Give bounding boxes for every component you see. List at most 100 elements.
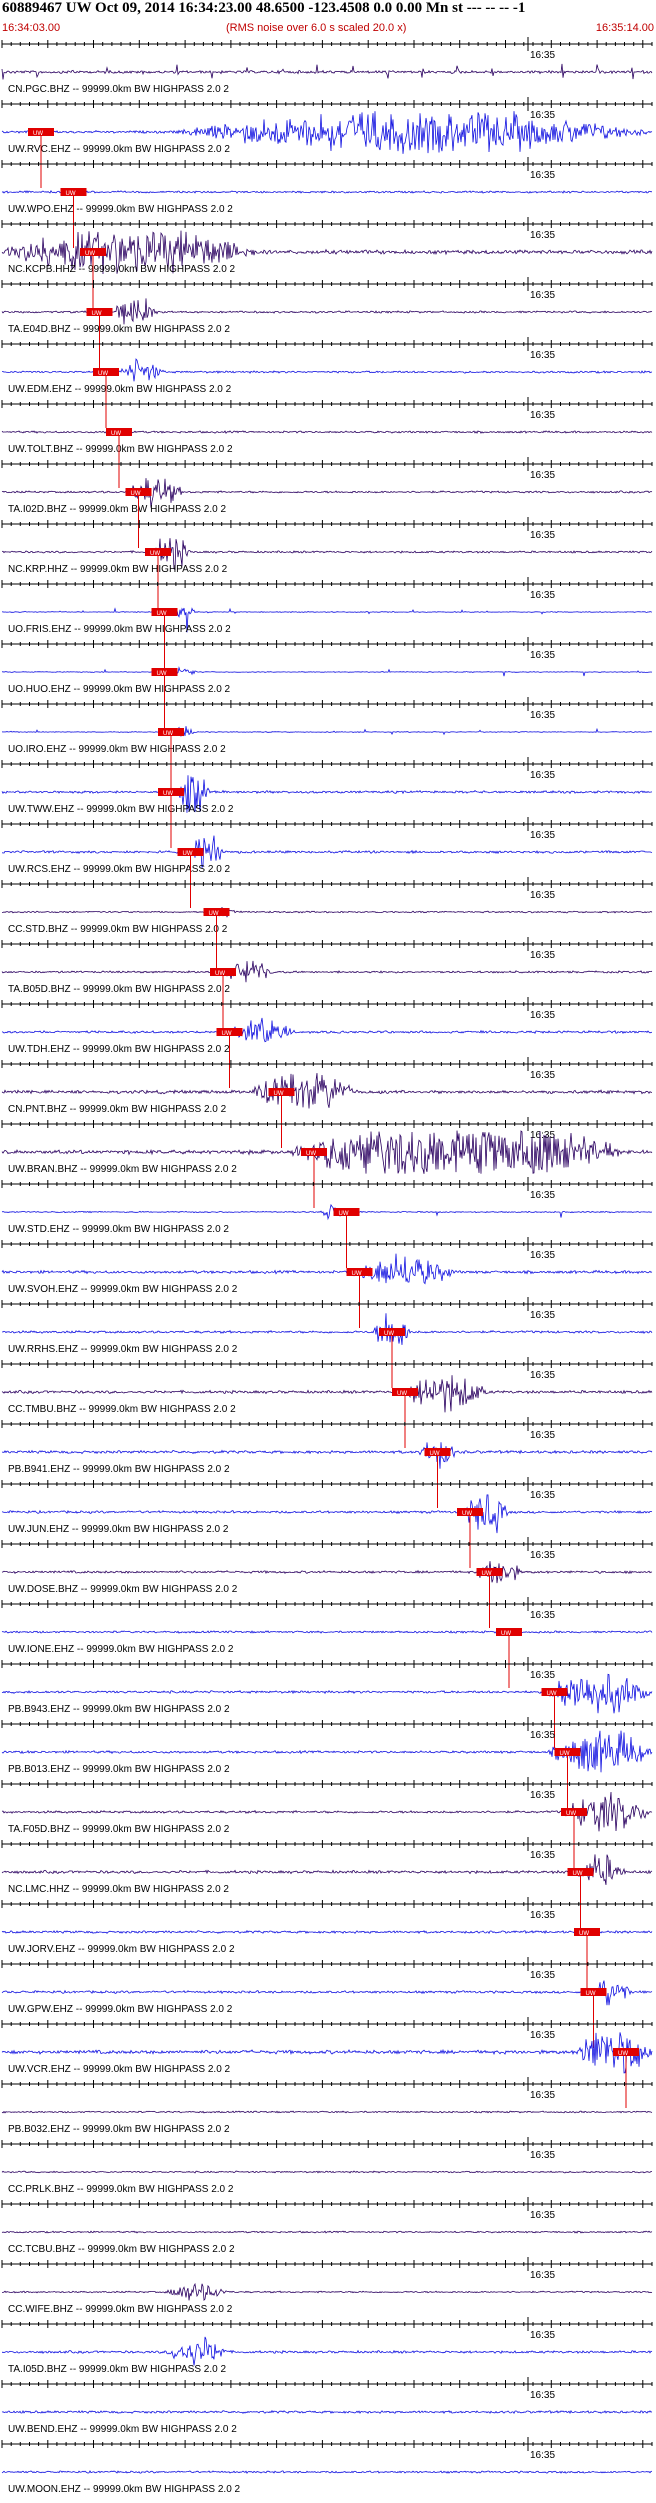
pick-label: UW <box>157 611 167 617</box>
channel-label: CC.TCBU.BHZ -- 99999.0km BW HIGHPASS 2.0… <box>8 2244 235 2255</box>
channel-label: PB.B941.EHZ -- 99999.0km BW HIGHPASS 2.0… <box>8 1464 230 1475</box>
pick-label: UW <box>33 131 43 137</box>
pick-label: UW <box>157 671 167 677</box>
pick-label: UW <box>98 371 108 377</box>
minute-tick-label: 16:35 <box>530 350 555 361</box>
minute-tick-label: 16:35 <box>530 1790 555 1801</box>
minute-tick-label: 16:35 <box>530 2450 555 2461</box>
minute-tick-label: 16:35 <box>530 1070 555 1081</box>
waveform-trace <box>1 1203 653 1221</box>
channel-label: UW.BRAN.BHZ -- 99999.0km BW HIGHPASS 2.0… <box>8 1164 237 1175</box>
minute-tick-label: 16:35 <box>530 110 555 121</box>
pick-label: UW <box>482 1571 492 1577</box>
channel-label: UW.JORV.EHZ -- 99999.0km BW HIGHPASS 2.0… <box>8 1944 235 1955</box>
channel-label: UW.DOSE.BHZ -- 99999.0km BW HIGHPASS 2.0… <box>8 1584 238 1595</box>
channel-label: CN.PNT.BHZ -- 99999.0km BW HIGHPASS 2.0 … <box>8 1104 227 1115</box>
pick-label: UW <box>566 1811 576 1817</box>
waveform-trace <box>1 63 653 80</box>
pick-label: UW <box>586 1991 596 1997</box>
channel-label: UW.BEND.EHZ -- 99999.0km BW HIGHPASS 2.0… <box>8 2424 237 2435</box>
channel-label: UW.IONE.EHZ -- 99999.0km BW HIGHPASS 2.0… <box>8 1644 234 1655</box>
waveform-trace <box>1 2230 653 2234</box>
minute-tick-label: 16:35 <box>530 590 555 601</box>
minute-tick-label: 16:35 <box>530 2090 555 2101</box>
channel-row: 16:35 CC.PRLK.BHZ -- 99999.0km BW HIGHPAS… <box>1 2137 653 2195</box>
header: 60889467 UW Oct 09, 2014 16:34:23.00 48.… <box>0 0 656 36</box>
channel-label: UW.MOON.EHZ -- 99999.0km BW HIGHPASS 2.0… <box>8 2484 241 2495</box>
channel-row: 16:35 PB.B032.EHZ -- 99999.0km BW HIGHPAS… <box>1 2077 653 2135</box>
channel-label: UW.JUN.EHZ -- 99999.0km BW HIGHPASS 2.0 … <box>8 1524 229 1535</box>
minute-tick-label: 16:35 <box>530 1130 555 1141</box>
minute-tick-label: 16:35 <box>530 230 555 241</box>
pick-label: UW <box>501 1631 511 1637</box>
waveform-trace <box>1 2470 653 2474</box>
minute-tick-label: 16:35 <box>530 1550 555 1561</box>
pick-label: UW <box>215 971 225 977</box>
channel-row: 16:35 UW.BEND.EHZ -- 99999.0km BW HIGHPAS… <box>1 2377 653 2435</box>
minute-tick-label: 16:35 <box>530 530 555 541</box>
channel-label: UW.SVOH.EHZ -- 99999.0km BW HIGHPASS 2.0… <box>8 1284 238 1295</box>
pick-label: UW <box>274 1091 284 1097</box>
minute-tick-label: 16:35 <box>530 1310 555 1321</box>
pick-label: UW <box>573 1871 583 1877</box>
minute-tick-label: 16:35 <box>530 1190 555 1201</box>
channel-label: UW.GPW.EHZ -- 99999.0km BW HIGHPASS 2.0 … <box>8 2004 233 2015</box>
end-time: 16:35:14.00 <box>595 22 654 34</box>
minute-tick-label: 16:35 <box>530 290 555 301</box>
channel-label: UW.RCS.EHZ -- 99999.0km BW HIGHPASS 2.0 … <box>8 864 231 875</box>
minute-tick-label: 16:35 <box>530 1370 555 1381</box>
waveform-trace <box>1 1017 653 1043</box>
channel-label: NC.KRP.HHZ -- 99999.0km BW HIGHPASS 2.0 … <box>8 564 228 575</box>
minute-tick-label: 16:35 <box>530 1970 555 1981</box>
minute-tick-label: 16:35 <box>530 410 555 421</box>
channel-label: CC.STD.BHZ -- 99999.0km BW HIGHPASS 2.0 … <box>8 924 228 935</box>
waveform-trace <box>1 726 653 738</box>
channel-label: UW.WPO.EHZ -- 99999.0km BW HIGHPASS 2.0 … <box>8 204 233 215</box>
minute-tick-label: 16:35 <box>530 710 555 721</box>
pick-label: UW <box>85 251 95 257</box>
waveform-trace <box>1 2282 653 2302</box>
minute-tick-label: 16:35 <box>530 2030 555 2041</box>
minute-tick-label: 16:35 <box>530 950 555 961</box>
minute-tick-label: 16:35 <box>530 2210 555 2221</box>
minute-tick-label: 16:35 <box>530 1610 555 1621</box>
minute-tick-label: 16:35 <box>530 1490 555 1501</box>
pick-label: UW <box>66 191 76 197</box>
channel-label: CN.PGC.BHZ -- 99999.0km BW HIGHPASS 2.0 … <box>8 84 229 95</box>
channel-label: UW.RRHS.EHZ -- 99999.0km BW HIGHPASS 2.0… <box>8 1344 238 1355</box>
seismogram-chart: 16:35 CN.PGC.BHZ -- 99999.0km BW HIGHPASS… <box>1 37 653 2495</box>
waveform-trace <box>1 2170 653 2174</box>
channel-label: PB.B013.EHZ -- 99999.0km BW HIGHPASS 2.0… <box>8 1764 230 1775</box>
minute-tick-label: 16:35 <box>530 2330 555 2341</box>
minute-tick-label: 16:35 <box>530 830 555 841</box>
channel-label: NC.LMC.HHZ -- 99999.0km BW HIGHPASS 2.0 … <box>8 1884 229 1895</box>
channel-label: UW.VCR.EHZ -- 99999.0km BW HIGHPASS 2.0 … <box>8 2064 231 2075</box>
minute-tick-label: 16:35 <box>530 1430 555 1441</box>
minute-tick-label: 16:35 <box>530 770 555 781</box>
header-subline: 16:34:03.00 (RMS noise over 6.0 s scaled… <box>0 22 656 36</box>
channel-row: 16:35 TA.I05D.BHZ -- 99999.0km BW HIGHPAS… <box>1 2317 653 2375</box>
minute-tick-label: 16:35 <box>530 170 555 181</box>
channel-label: UW.TWW.EHZ -- 99999.0km BW HIGHPASS 2.0 … <box>8 804 234 815</box>
waveform-trace <box>1 1561 653 1584</box>
pick-label: UW <box>163 731 173 737</box>
rms-note: (RMS noise over 6.0 s scaled 20.0 x) <box>226 22 407 34</box>
waveform-trace <box>1 666 653 677</box>
channel-label: UW.TOLT.BHZ -- 99999.0km BW HIGHPASS 2.0… <box>8 444 233 455</box>
channel-label: PB.B943.EHZ -- 99999.0km BW HIGHPASS 2.0… <box>8 1704 230 1715</box>
pick-label: UW <box>352 1271 362 1277</box>
waveform-trace <box>1 1980 653 2006</box>
minute-tick-label: 16:35 <box>530 470 555 481</box>
channel-label: UW.STD.EHZ -- 99999.0km BW HIGHPASS 2.0 … <box>8 1224 229 1235</box>
channel-label: TA.E04D.BHZ -- 99999.0km BW HIGHPASS 2.0… <box>8 324 230 335</box>
channel-label: UW.TDH.EHZ -- 99999.0km BW HIGHPASS 2.0 … <box>8 1044 230 1055</box>
channel-label: UO.FRIS.EHZ -- 99999.0km BW HIGHPASS 2.0… <box>8 624 231 635</box>
waveform-trace <box>1 2336 653 2366</box>
channel-row: 16:35 CC.TCBU.BHZ -- 99999.0km BW HIGHPAS… <box>1 2197 653 2255</box>
pick-label: UW <box>150 551 160 557</box>
channel-row: 16:35 CN.PGC.BHZ -- 99999.0km BW HIGHPASS… <box>1 37 653 95</box>
channel-label: UO.HUO.EHZ -- 99999.0km BW HIGHPASS 2.0 … <box>8 684 231 695</box>
event-title: 60889467 UW Oct 09, 2014 16:34:23.00 48.… <box>2 0 526 16</box>
waveform-trace <box>1 907 653 918</box>
pick-label: UW <box>547 1691 557 1697</box>
